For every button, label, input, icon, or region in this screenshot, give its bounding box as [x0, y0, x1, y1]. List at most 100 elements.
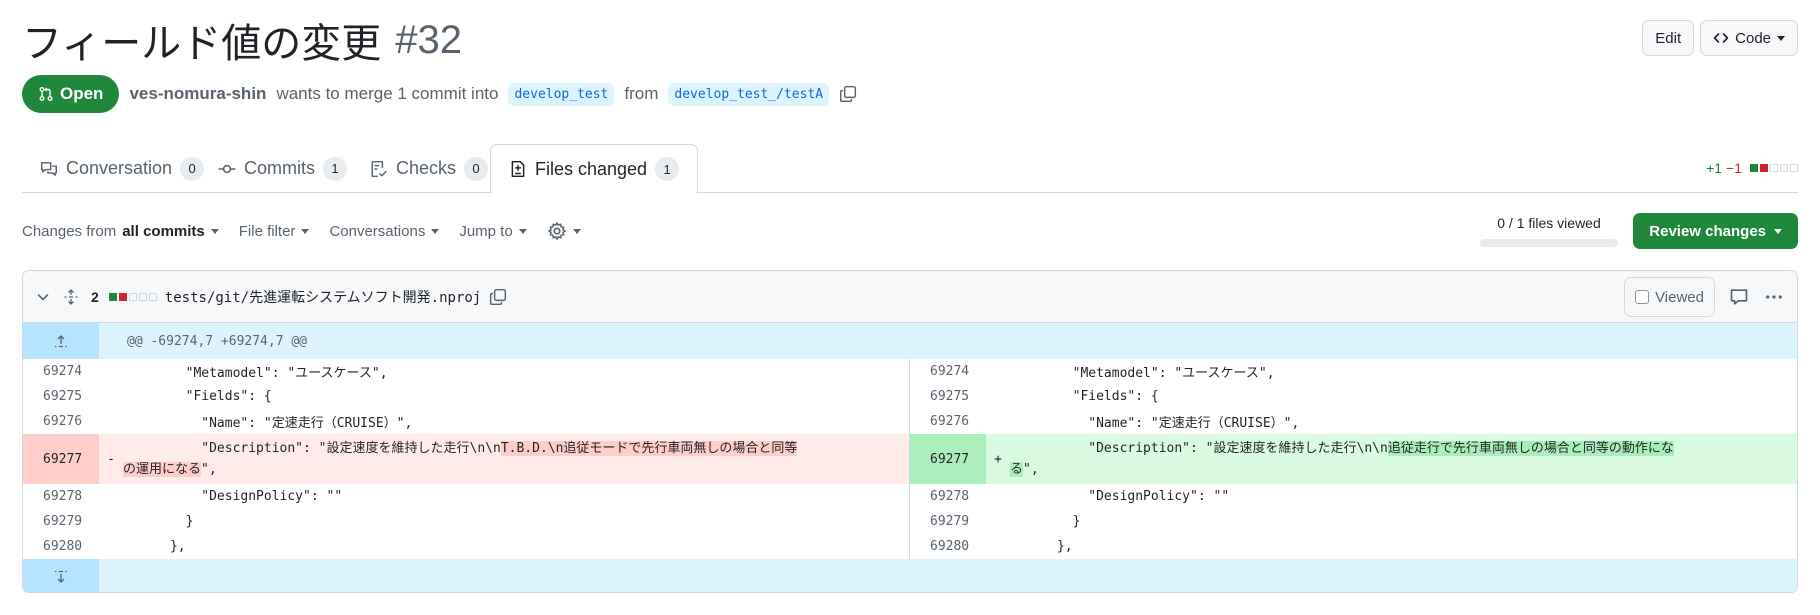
code-icon	[1713, 33, 1729, 43]
fold-up-icon	[55, 335, 67, 348]
diffstat-block	[1770, 164, 1778, 172]
expand-all-button[interactable]	[63, 288, 79, 305]
conversations-label: Conversations	[329, 222, 426, 240]
line-number[interactable]: 69276	[23, 409, 99, 434]
copy-icon[interactable]	[839, 85, 857, 103]
line-number[interactable]: 69277	[23, 434, 99, 484]
chevron-down-icon	[572, 228, 581, 234]
line-number[interactable]: 69275	[23, 384, 99, 409]
comment-icon[interactable]	[1729, 287, 1749, 307]
diffstat-block	[108, 292, 117, 301]
file-change-count: 2	[91, 288, 99, 305]
code-line: },	[123, 539, 186, 554]
fold-down-icon	[55, 570, 67, 583]
line-number[interactable]: 69274	[23, 359, 99, 384]
jump-to-dropdown[interactable]: Jump to	[459, 223, 527, 240]
chevron-down-icon	[37, 293, 49, 300]
status-badge-label: Open	[60, 84, 104, 103]
base-branch[interactable]: develop_test	[508, 82, 615, 106]
line-number[interactable]: 69277	[910, 434, 986, 484]
table-row: 69279 } 69279 }	[23, 509, 1797, 534]
tab-checks-count: 0	[464, 156, 489, 181]
code-line: "Fields": {	[1010, 389, 1159, 404]
expand-down-button[interactable]	[23, 559, 99, 592]
viewed-label: Viewed	[1655, 288, 1704, 306]
diffstat-block	[128, 292, 137, 301]
merge-text: wants to merge 1 commit into	[276, 84, 499, 103]
code-line: "Name": "定速走行（CRUISE）",	[1010, 416, 1300, 431]
line-number[interactable]: 69279	[910, 509, 986, 534]
pr-number: #32	[395, 17, 462, 62]
chevron-down-icon	[1777, 35, 1785, 41]
kebab-horizontal-icon[interactable]	[1763, 287, 1785, 307]
diffstat-block	[148, 292, 157, 301]
code-button-label: Code	[1735, 29, 1771, 47]
diff-settings-dropdown[interactable]	[547, 221, 581, 241]
unfold-icon	[64, 288, 78, 305]
changed-row: 69277 - "Description": "設定速度を維持した走行\n\nT…	[23, 434, 1797, 484]
chevron-down-icon	[301, 228, 310, 234]
file-header-actions: Viewed	[1624, 277, 1785, 317]
deleted-line: 69277 - "Description": "設定速度を維持した走行\n\nT…	[23, 434, 910, 484]
diffstat-block	[118, 292, 127, 301]
line-number[interactable]: 69275	[910, 384, 986, 409]
file-filter-label: File filter	[238, 222, 296, 240]
chevron-down-icon	[210, 228, 219, 234]
files-viewed-text: 0 / 1 files viewed	[1497, 215, 1601, 231]
pr-tabs: Conversation 0 Commits 1 Checks 0 Files …	[22, 144, 1798, 194]
diff-sign: +	[994, 451, 1002, 467]
author-link[interactable]: ves-nomura-shin	[129, 84, 266, 104]
changes-from-dropdown[interactable]: Changes from all commits	[22, 223, 219, 240]
added-line: 69277 + "Description": "設定速度を維持した走行\n\n追…	[910, 434, 1797, 484]
pr-meta: Open ves-nomura-shin wants to merge 1 co…	[22, 75, 857, 113]
diffstat-blocks	[1750, 164, 1798, 172]
line-number[interactable]: 69278	[910, 484, 986, 509]
code-line: "Description": "設定速度を維持した走行\n\n追従走行で先行車両…	[1010, 434, 1797, 484]
code-line: "Metamodel": "ユースケース",	[1010, 366, 1275, 381]
code-line: }	[1010, 514, 1081, 529]
added-text: 追従走行で先行車両無しの場合と同等の動作にな	[1387, 441, 1674, 456]
conversations-dropdown[interactable]: Conversations	[329, 222, 440, 240]
viewed-checkbox[interactable]: Viewed	[1624, 277, 1715, 317]
code-line: "DesignPolicy": ""	[123, 489, 343, 504]
table-row: 69275 "Fields": { 69275 "Fields": {	[23, 384, 1797, 409]
line-number[interactable]: 69274	[910, 359, 986, 384]
file-path[interactable]: tests/git/先進運転システムソフト開発.nproj	[165, 287, 481, 307]
line-number[interactable]: 69279	[23, 509, 99, 534]
file-filter-dropdown[interactable]: File filter	[239, 223, 310, 240]
edit-button-label: Edit	[1655, 29, 1682, 47]
table-row: 69276 "Name": "定速走行（CRUISE）", 69276 "Nam…	[23, 409, 1797, 434]
line-number[interactable]: 69278	[23, 484, 99, 509]
tab-commits[interactable]: Commits 1	[200, 144, 365, 193]
gear-icon	[547, 222, 566, 240]
line-number[interactable]: 69280	[910, 534, 986, 559]
code-suffix: ",	[1023, 462, 1039, 477]
table-row: 69278 "DesignPolicy": "" 69278 "DesignPo…	[23, 484, 1797, 509]
tab-conversation-label: Conversation	[66, 158, 173, 178]
tab-files-changed[interactable]: Files changed 1	[490, 144, 699, 194]
files-viewed-bar	[1480, 239, 1618, 247]
code-line: "Fields": {	[123, 389, 272, 404]
tab-conversation[interactable]: Conversation 0	[22, 144, 222, 193]
head-branch[interactable]: develop_test_/testA	[668, 82, 830, 106]
diffstat-block	[1780, 164, 1788, 172]
edit-button[interactable]: Edit	[1642, 20, 1695, 56]
expand-up-button[interactable]	[23, 323, 99, 359]
hunk-header: @@ -69274,7 +69274,7 @@	[127, 333, 308, 349]
review-changes-button[interactable]: Review changes	[1633, 213, 1798, 249]
chevron-down-icon	[518, 228, 527, 234]
diff-sign: -	[107, 451, 115, 467]
code-button[interactable]: Code	[1700, 20, 1798, 56]
code-line: "Description": "設定速度を維持した走行\n\nT.B.D.\n追…	[123, 434, 909, 484]
copy-icon[interactable]	[489, 288, 507, 306]
line-number[interactable]: 69276	[910, 409, 986, 434]
line-number[interactable]: 69280	[23, 534, 99, 559]
code-line: },	[1010, 539, 1073, 554]
tab-files-changed-label: Files changed	[535, 158, 648, 179]
deleted-text-wrap: の運用になる	[123, 462, 202, 477]
from-text: from	[624, 84, 659, 103]
commit-icon	[218, 164, 236, 173]
file-diffstat-blocks	[108, 292, 157, 301]
tab-checks[interactable]: Checks 0	[352, 144, 506, 193]
collapse-toggle[interactable]	[35, 289, 51, 305]
